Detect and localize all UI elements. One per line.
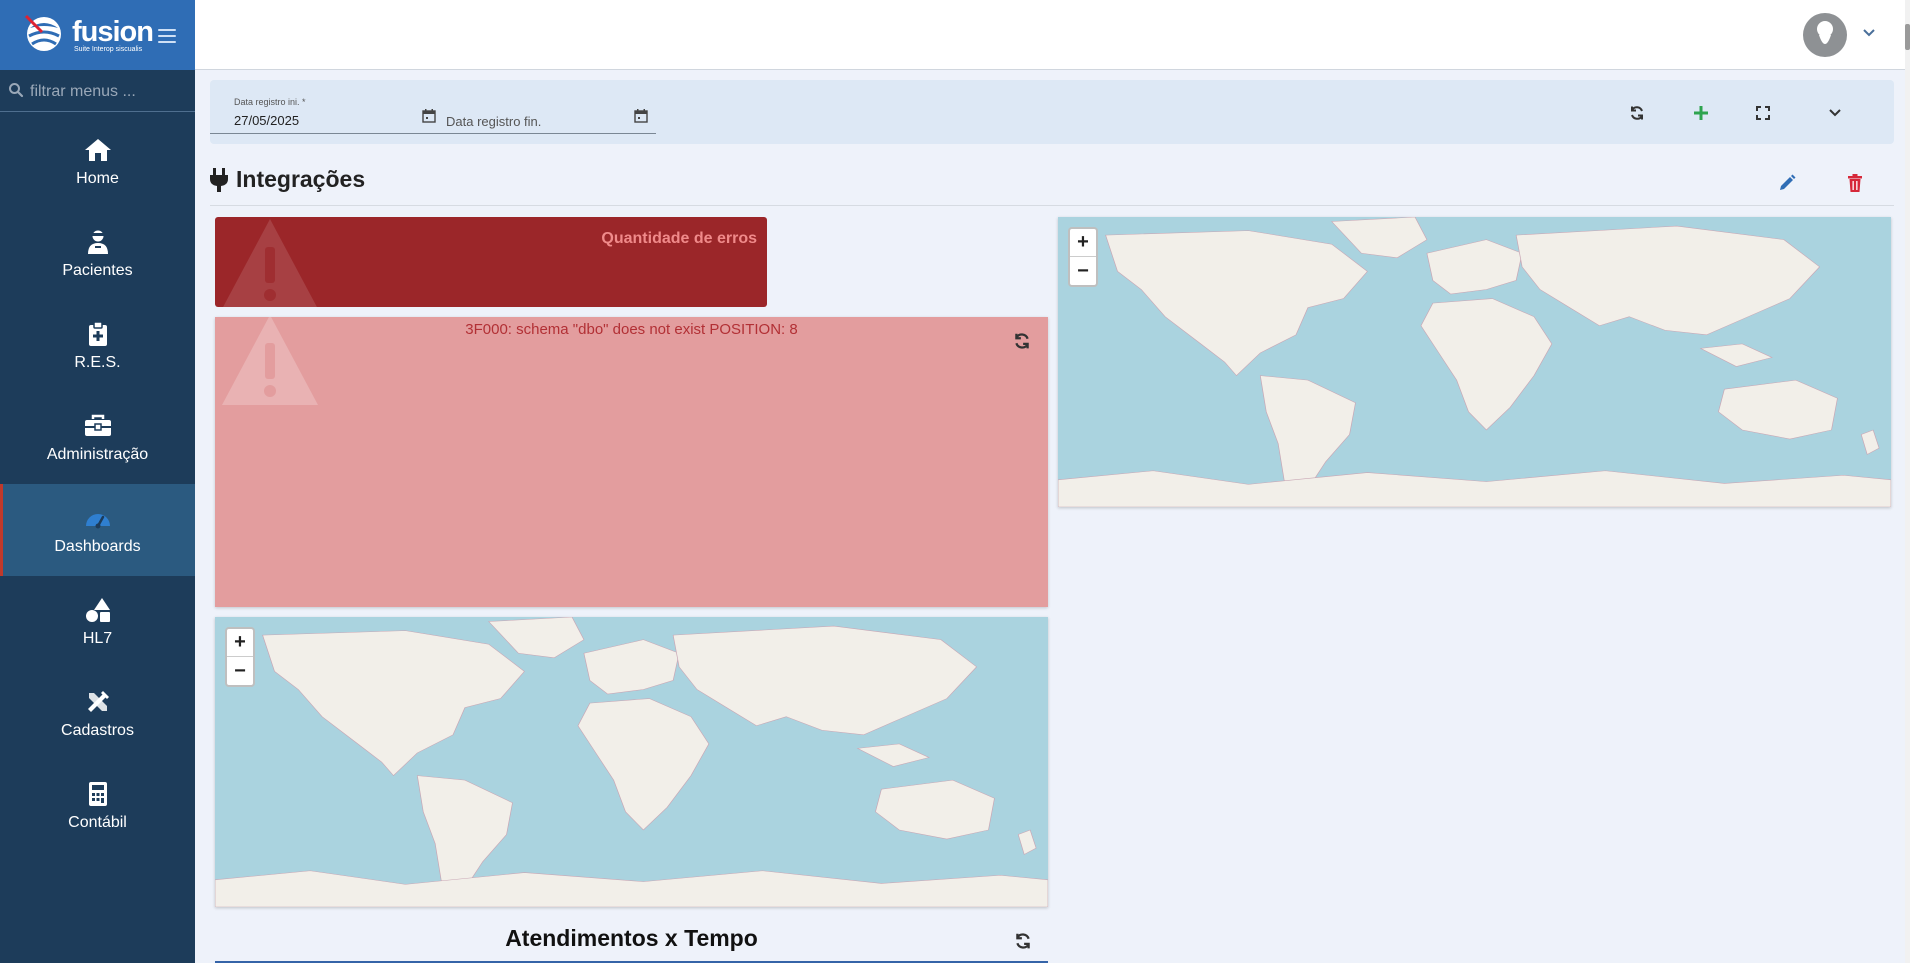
sidebar-item-label: Cadastros: [61, 722, 134, 739]
refresh-icon: [1631, 106, 1643, 120]
scrollbar-thumb[interactable]: [1905, 24, 1910, 50]
sidebar-item-cadastros[interactable]: Cadastros: [0, 668, 195, 760]
error-count-title: Quantidade de erros: [601, 230, 757, 247]
user-avatar[interactable]: [1803, 13, 1847, 57]
zoom-in-button[interactable]: +: [227, 629, 253, 657]
page-title: Integrações: [236, 166, 366, 192]
page-scrollbar[interactable]: [1905, 0, 1910, 963]
zoom-out-button[interactable]: −: [227, 657, 253, 685]
sidebar-item-label: R.E.S.: [74, 354, 121, 371]
refresh-button[interactable]: [1626, 102, 1648, 124]
sidebar-item-label: Pacientes: [62, 262, 133, 279]
shapes-icon: [84, 596, 112, 624]
brand-name: fusion: [72, 16, 154, 48]
menu-search-input[interactable]: [30, 80, 190, 104]
chart-widget-title: Atendimentos x Tempo: [505, 925, 758, 951]
sidebar-item-home[interactable]: Home: [0, 116, 195, 208]
zoom-in-button[interactable]: +: [1070, 229, 1096, 257]
sidebar-item-hl7[interactable]: HL7: [0, 576, 195, 668]
expand-icon: [1756, 106, 1770, 120]
error-count-card: Quantidade de erros: [215, 217, 767, 307]
zoom-control: + −: [1068, 227, 1098, 287]
trash-icon[interactable]: [1845, 173, 1865, 193]
refresh-icon[interactable]: [1014, 932, 1032, 950]
gauge-icon: [84, 504, 112, 532]
calculator-icon: [84, 780, 112, 808]
error-panel: 3F000: schema "dbo" does not exist POSIT…: [215, 317, 1048, 607]
map-widget[interactable]: + −: [215, 617, 1048, 907]
zoom-control: + −: [225, 627, 255, 687]
sidebar-item-label: Dashboards: [54, 538, 141, 555]
sidebar-item-label: Administração: [46, 446, 149, 463]
add-widget-button[interactable]: [1690, 102, 1712, 124]
section-header: Integrações: [210, 160, 1894, 206]
chevron-down-icon[interactable]: [1862, 28, 1876, 38]
sidebar-item-contabil[interactable]: Contábil: [0, 760, 195, 852]
sidebar-item-res[interactable]: R.E.S.: [0, 300, 195, 392]
map-widget[interactable]: + −: [1058, 217, 1891, 507]
calendar-icon[interactable]: [422, 109, 436, 123]
chevron-down-icon: [1829, 109, 1841, 117]
brand-subtitle: Suite Interop siscualis: [74, 46, 143, 53]
sidebar-nav: Home Pacientes R.E.S. Administração Dash…: [0, 116, 195, 852]
fullscreen-button[interactable]: [1752, 102, 1774, 124]
error-message: 3F000: schema "dbo" does not exist POSIT…: [465, 321, 798, 338]
refresh-icon[interactable]: [1013, 332, 1031, 350]
end-date-input[interactable]: Data registro fin.: [446, 114, 541, 129]
patient-icon: [84, 228, 112, 256]
edit-icon[interactable]: [1777, 173, 1797, 193]
fusion-logo-icon: [24, 14, 61, 51]
date-range-field[interactable]: Data registro ini. * 27/05/2025 Data reg…: [210, 88, 656, 134]
sidebar-item-label: HL7: [82, 630, 113, 647]
sidebar: fusion Suite Interop siscualis Home Paci…: [0, 0, 195, 963]
start-date-label: Data registro ini. *: [234, 97, 306, 107]
menu-search: [0, 72, 195, 112]
sidebar-item-label: Contábil: [68, 814, 127, 831]
top-bar: [195, 0, 1905, 70]
plus-icon: [1694, 106, 1708, 120]
zoom-out-button[interactable]: −: [1070, 257, 1096, 285]
sidebar-item-pacientes[interactable]: Pacientes: [0, 208, 195, 300]
world-map: [1058, 217, 1891, 507]
menu-toggle-icon[interactable]: [158, 29, 176, 43]
world-map: [215, 617, 1048, 907]
warning-icon: [223, 219, 317, 307]
clipboard-medical-icon: [84, 320, 112, 348]
calendar-icon[interactable]: [634, 109, 648, 123]
sidebar-item-dashboards[interactable]: Dashboards: [0, 484, 195, 576]
tools-icon: [84, 688, 112, 716]
sidebar-item-administracao[interactable]: Administração: [0, 392, 195, 484]
collapse-filter-button[interactable]: [1824, 102, 1846, 124]
toolbox-icon: [84, 412, 112, 440]
start-date-value[interactable]: 27/05/2025: [234, 113, 299, 128]
logo-bar: fusion Suite Interop siscualis: [0, 0, 195, 70]
search-icon: [9, 83, 24, 98]
sidebar-item-label: Home: [76, 170, 119, 187]
plug-icon: [210, 168, 228, 192]
home-icon: [84, 136, 112, 164]
